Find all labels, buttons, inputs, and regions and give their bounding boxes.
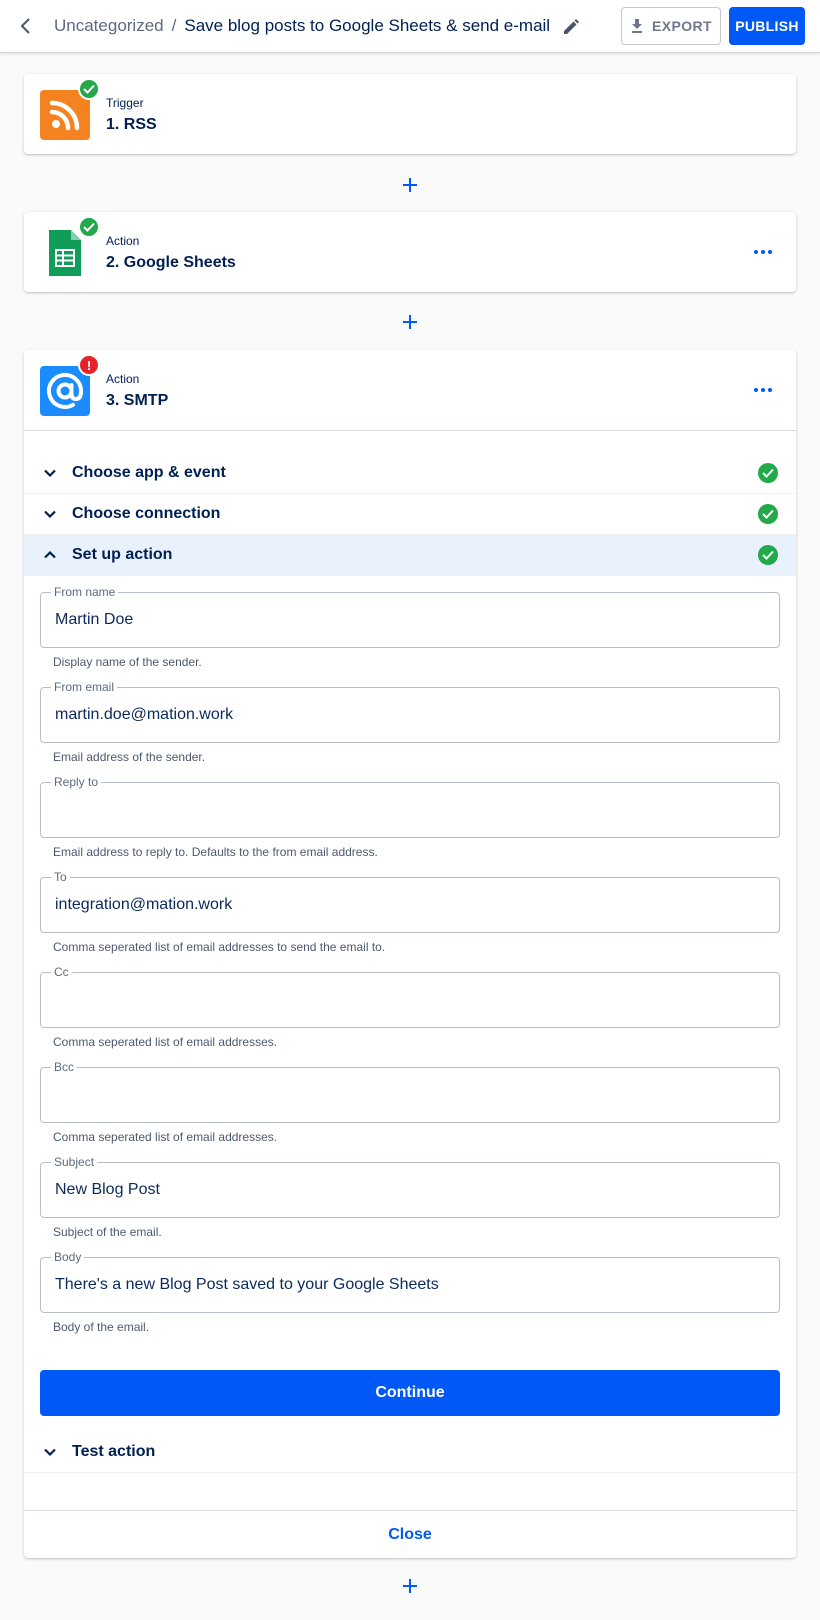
cc-input[interactable]: Cc [40, 965, 780, 1028]
success-check-icon [758, 545, 778, 565]
from-name-input[interactable]: From name Martin Doe [40, 585, 780, 648]
error-badge-icon: ! [78, 354, 100, 376]
from-email-field: From email martin.doe@mation.work Email … [40, 680, 780, 764]
field-label: Body [51, 1250, 85, 1264]
step-type: Action [106, 372, 140, 386]
export-button[interactable]: EXPORT [621, 7, 721, 45]
bcc-field: Bcc Comma seperated list of email addres… [40, 1060, 780, 1144]
back-arrow-icon[interactable] [12, 12, 40, 40]
continue-button[interactable]: Continue [40, 1370, 780, 1416]
field-help: Email address to reply to. Defaults to t… [53, 845, 378, 859]
more-options-icon[interactable] [748, 242, 778, 262]
field-label: Cc [51, 965, 72, 979]
section-label: Choose connection [72, 505, 221, 522]
field-help: Body of the email. [53, 1320, 150, 1334]
field-value: New Blog Post [55, 1181, 160, 1198]
success-check-icon [78, 216, 100, 238]
step-type: Action [106, 234, 140, 248]
breadcrumb-category[interactable]: Uncategorized [54, 16, 164, 35]
success-check-icon [758, 463, 778, 483]
section-set-up-action[interactable]: Set up action [24, 535, 796, 576]
section-choose-connection[interactable]: Choose connection [24, 494, 796, 535]
close-button[interactable]: Close [388, 1526, 432, 1544]
reply-to-input[interactable]: Reply to [40, 775, 780, 838]
success-check-icon [758, 504, 778, 524]
section-label: Set up action [72, 546, 173, 563]
field-value: integration@mation.work [55, 896, 233, 913]
reply-to-field: Reply to Email address to reply to. Defa… [40, 775, 780, 859]
field-help: Comma seperated list of email addresses. [53, 1130, 278, 1144]
setup-action-fields: From name Martin Doe Display name of the… [24, 576, 796, 1334]
step-header[interactable]: Action 2. Google Sheets [24, 212, 796, 292]
to-input[interactable]: To integration@mation.work [40, 870, 780, 933]
from-email-input[interactable]: From email martin.doe@mation.work [40, 680, 780, 743]
field-value: Martin Doe [55, 611, 134, 628]
add-step-plus-icon[interactable] [398, 310, 422, 334]
step-card-rss[interactable]: Trigger 1. RSS [24, 74, 796, 154]
chevron-up-icon [44, 550, 56, 559]
field-help: Display name of the sender. [53, 655, 202, 669]
section-label: Test action [72, 1443, 156, 1460]
section-choose-app-event[interactable]: Choose app & event [24, 453, 796, 494]
body-input[interactable]: Body There's a new Blog Post saved to yo… [40, 1250, 780, 1313]
field-value: There's a new Blog Post saved to your Go… [55, 1276, 439, 1293]
body-field: Body There's a new Blog Post saved to yo… [40, 1250, 780, 1334]
chevron-down-icon [44, 469, 56, 478]
subject-field: Subject New Blog Post Subject of the ema… [40, 1155, 780, 1239]
field-value: martin.doe@mation.work [55, 706, 234, 723]
step-name: 2. Google Sheets [106, 254, 236, 271]
flow-name: Save blog posts to Google Sheets & send … [184, 16, 551, 35]
success-check-icon [78, 78, 100, 100]
section-label: Choose app & event [72, 464, 226, 481]
download-icon [632, 19, 643, 33]
step-card-smtp: ! Action 3. SMTP Choose app & event Choo… [24, 350, 796, 1558]
field-label: From email [51, 680, 118, 694]
field-help: Comma seperated list of email addresses. [53, 1035, 278, 1049]
step-header[interactable]: ! Action 3. SMTP [24, 350, 796, 430]
chevron-down-icon [44, 1448, 56, 1457]
step-card-google-sheets[interactable]: Action 2. Google Sheets [24, 212, 796, 292]
field-label: From name [51, 585, 119, 599]
more-options-icon[interactable] [748, 380, 778, 400]
add-step-plus-icon[interactable] [398, 173, 422, 197]
breadcrumb: Uncategorized / Save blog posts to Google … [54, 16, 550, 36]
field-label: To [51, 870, 70, 884]
from-name-field: From name Martin Doe Display name of the… [40, 585, 780, 669]
step-name: 3. SMTP [106, 392, 169, 409]
step-header[interactable]: Trigger 1. RSS [24, 74, 796, 154]
section-test-action[interactable]: Test action [24, 1432, 796, 1473]
field-label: Bcc [51, 1060, 78, 1074]
subject-input[interactable]: Subject New Blog Post [40, 1155, 780, 1218]
publish-button[interactable]: PUBLISH [729, 7, 805, 45]
step-name: 1. RSS [106, 116, 157, 133]
top-bar: Uncategorized / Save blog posts to Google … [0, 0, 820, 53]
field-label: Subject [51, 1155, 98, 1169]
breadcrumb-separator: / [171, 16, 177, 35]
pencil-icon[interactable] [560, 16, 582, 38]
to-field: To integration@mation.work Comma seperat… [40, 870, 780, 954]
step-type: Trigger [106, 96, 144, 110]
field-help: Email address of the sender. [53, 750, 206, 764]
add-step-plus-icon[interactable] [398, 1574, 422, 1598]
bcc-input[interactable]: Bcc [40, 1060, 780, 1123]
field-label: Reply to [51, 775, 102, 789]
field-help: Subject of the email. [53, 1225, 162, 1239]
export-label: EXPORT [652, 18, 712, 34]
close-row: Close [24, 1510, 796, 1558]
chevron-down-icon [44, 510, 56, 519]
cc-field: Cc Comma seperated list of email address… [40, 965, 780, 1049]
field-help: Comma seperated list of email addresses … [53, 940, 386, 954]
